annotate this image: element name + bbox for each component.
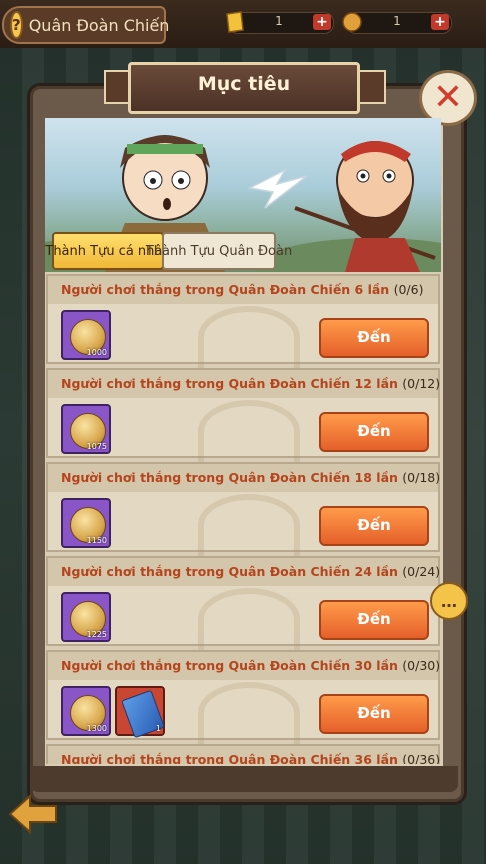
back-arrow-icon[interactable] — [6, 792, 60, 836]
add-gold-button[interactable]: + — [313, 14, 331, 30]
list-item: Người chơi thắng trong Quân Đoàn Chiến 3… — [46, 650, 440, 744]
top-bar: ? Quân Đoàn Chiến 1 + 1 + — [0, 0, 486, 48]
item-title-text: Người chơi thắng trong Quân Đoàn Chiến 6… — [61, 282, 390, 297]
item-title-row: Người chơi thắng trong Quân Đoàn Chiến 3… — [48, 746, 440, 764]
go-button[interactable]: Đến — [319, 318, 429, 358]
item-progress: (0/18) — [402, 470, 440, 485]
mode-title: Quân Đoàn Chiến — [28, 15, 170, 35]
item-title-row: Người chơi thắng trong Quân Đoàn Chiến 3… — [48, 652, 440, 680]
reward-qty: 1 — [155, 724, 161, 733]
reward-qty: 1225 — [86, 630, 107, 639]
item-progress: (0/24) — [402, 564, 440, 579]
list-item: Người chơi thắng trong Quân Đoàn Chiến 2… — [46, 556, 440, 650]
gold-value: 1 — [275, 14, 283, 28]
help-icon[interactable]: ? — [10, 11, 23, 39]
item-title-row: Người chơi thắng trong Quân Đoàn Chiến 1… — [48, 464, 440, 492]
go-button[interactable]: Đến — [319, 600, 429, 640]
list-item: Người chơi thắng trong Quân Đoàn Chiến 1… — [46, 462, 440, 556]
list-item: Người chơi thắng trong Quân Đoàn Chiến 3… — [46, 744, 440, 764]
item-title: Người chơi thắng trong Quân Đoàn Chiến 6… — [61, 282, 423, 297]
item-progress: (0/30) — [402, 658, 440, 673]
medal-icon — [342, 12, 362, 32]
go-button[interactable]: Đến — [319, 412, 429, 452]
item-title-row: Người chơi thắng trong Quân Đoàn Chiến 6… — [48, 276, 438, 304]
gold-icon — [226, 11, 244, 33]
watermark — [198, 588, 300, 650]
panel-title: Mục tiêu — [197, 73, 291, 95]
item-title: Người chơi thắng trong Quân Đoàn Chiến 1… — [61, 470, 440, 485]
item-title-text: Người chơi thắng trong Quân Đoàn Chiến 1… — [61, 470, 398, 485]
watermark — [198, 494, 300, 556]
go-button[interactable]: Đến — [319, 506, 429, 546]
medal-value: 1 — [393, 14, 401, 28]
reward-item[interactable]: 1150 — [61, 498, 111, 548]
item-title: Người chơi thắng trong Quân Đoàn Chiến 3… — [61, 752, 440, 764]
item-progress: (0/36) — [402, 752, 440, 764]
item-title-text: Người chơi thắng trong Quân Đoàn Chiến 3… — [61, 658, 398, 673]
reward-qty: 1150 — [86, 536, 107, 545]
item-title: Người chơi thắng trong Quân Đoàn Chiến 2… — [61, 564, 440, 579]
gold-resource: 1 + — [226, 11, 334, 34]
reward-qty: 1000 — [86, 348, 107, 357]
list-item: Người chơi thắng trong Quân Đoàn Chiến 6… — [46, 274, 440, 368]
watermark — [198, 306, 300, 368]
mode-title-chip[interactable]: ? Quân Đoàn Chiến — [2, 6, 169, 44]
reward-item[interactable]: 1 — [115, 686, 165, 739]
achievement-list[interactable]: Người chơi thắng trong Quân Đoàn Chiến 6… — [46, 274, 440, 764]
item-title-row: Người chơi thắng trong Quân Đoàn Chiến 2… — [48, 558, 440, 586]
chat-icon[interactable]: … — [430, 582, 468, 620]
reward-qty: 1075 — [86, 442, 107, 451]
close-icon: ✕ — [432, 77, 464, 118]
reward-item[interactable]: 1225 — [61, 592, 111, 642]
list-item: Người chơi thắng trong Quân Đoàn Chiến 1… — [46, 368, 440, 462]
item-progress: (0/12) — [402, 376, 440, 391]
add-medal-button[interactable]: + — [431, 14, 449, 30]
tab-legion-achievements[interactable]: Thành Tựu Quân Đoàn — [146, 232, 292, 270]
reward-item[interactable]: 1300 — [61, 686, 111, 736]
panel-footer — [30, 766, 458, 792]
reward-item[interactable]: 1075 — [61, 404, 111, 454]
item-title-text: Người chơi thắng trong Quân Đoàn Chiến 1… — [61, 376, 398, 391]
item-title-row: Người chơi thắng trong Quân Đoàn Chiến 1… — [48, 370, 440, 398]
go-button[interactable]: Đến — [319, 694, 429, 734]
medal-resource: 1 + — [342, 12, 452, 34]
item-title: Người chơi thắng trong Quân Đoàn Chiến 3… — [61, 658, 440, 673]
watermark — [198, 682, 300, 744]
panel-header: Mục tiêu — [128, 62, 360, 114]
item-title-text: Người chơi thắng trong Quân Đoàn Chiến 3… — [61, 752, 398, 764]
item-title: Người chơi thắng trong Quân Đoàn Chiến 1… — [61, 376, 440, 391]
item-title-text: Người chơi thắng trong Quân Đoàn Chiến 2… — [61, 564, 398, 579]
watermark — [198, 400, 300, 462]
reward-item[interactable]: 1000 — [61, 310, 111, 360]
reward-qty: 1300 — [86, 724, 107, 733]
item-progress: (0/6) — [393, 282, 424, 297]
